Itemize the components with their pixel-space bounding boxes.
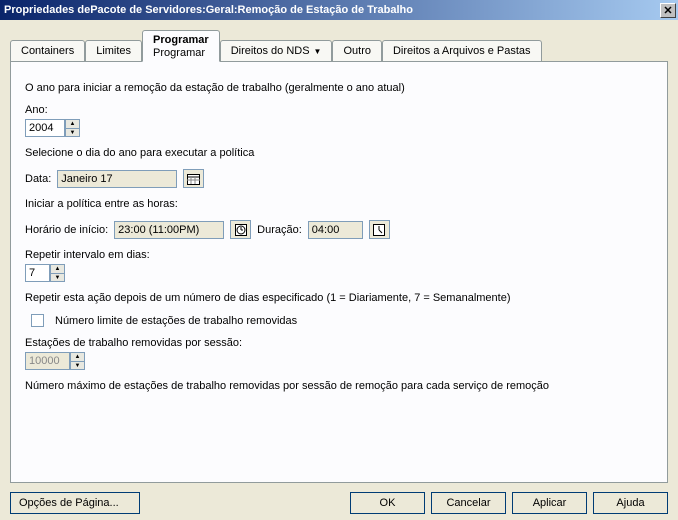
chevron-down-icon: ▼ bbox=[314, 47, 322, 56]
horario-picker-button[interactable] bbox=[230, 220, 251, 239]
repetir-label: Repetir intervalo em dias: bbox=[25, 249, 653, 261]
tab-containers[interactable]: Containers bbox=[10, 40, 85, 61]
calendar-button[interactable] bbox=[183, 169, 204, 188]
sessao-input[interactable] bbox=[25, 352, 70, 370]
tab-direitos-arquivos[interactable]: Direitos a Arquivos e Pastas bbox=[382, 40, 542, 61]
spin-down-icon[interactable]: ▼ bbox=[50, 273, 65, 282]
spin-down-icon[interactable]: ▼ bbox=[70, 361, 85, 370]
iniciar-label: Iniciar a política entre as horas: bbox=[25, 198, 653, 210]
horario-field[interactable]: 23:00 (11:00PM) bbox=[114, 221, 224, 239]
dialog-footer: Opções de Página... OK Cancelar Aplicar … bbox=[10, 492, 668, 514]
ano-label: Ano: bbox=[25, 104, 653, 116]
tab-limites[interactable]: Limites bbox=[85, 40, 142, 61]
help-button[interactable]: Ajuda bbox=[593, 492, 668, 514]
spin-up-icon[interactable]: ▲ bbox=[65, 119, 80, 128]
close-icon bbox=[664, 6, 672, 14]
tab-direitos-nds[interactable]: Direitos do NDS▼ bbox=[220, 40, 333, 61]
ok-button[interactable]: OK bbox=[350, 492, 425, 514]
duracao-picker-button[interactable] bbox=[369, 220, 390, 239]
title-bar: Propriedades dePacote de Servidores:Gera… bbox=[0, 0, 678, 20]
repetir-spinner[interactable]: ▲ ▼ bbox=[50, 264, 65, 282]
limite-checkbox[interactable] bbox=[31, 314, 44, 327]
intro-text: O ano para iniciar a remoção da estação … bbox=[25, 82, 653, 94]
duracao-label: Duração: bbox=[257, 224, 302, 236]
repetir-desc: Repetir esta ação depois de um número de… bbox=[25, 292, 653, 304]
tab-outro[interactable]: Outro bbox=[332, 40, 382, 61]
limite-check-label: Número limite de estações de trabalho re… bbox=[55, 315, 297, 327]
close-button[interactable] bbox=[660, 3, 676, 18]
tab-strip: Containers Limites Programar Programar D… bbox=[10, 30, 668, 61]
data-label: Data: bbox=[25, 173, 51, 185]
page-options-button[interactable]: Opções de Página... bbox=[10, 492, 140, 514]
dia-intro: Selecione o dia do ano para executar a p… bbox=[25, 147, 653, 159]
cancel-button[interactable]: Cancelar bbox=[431, 492, 506, 514]
apply-button[interactable]: Aplicar bbox=[512, 492, 587, 514]
ano-input[interactable] bbox=[25, 119, 65, 137]
data-field[interactable]: Janeiro 17 bbox=[57, 170, 177, 188]
duracao-field[interactable]: 04:00 bbox=[308, 221, 363, 239]
spin-up-icon[interactable]: ▲ bbox=[50, 264, 65, 273]
spin-down-icon[interactable]: ▼ bbox=[65, 128, 80, 137]
clock-icon bbox=[235, 224, 247, 236]
ano-spinner[interactable]: ▲ ▼ bbox=[65, 119, 80, 137]
tab-programar[interactable]: Programar Programar bbox=[142, 30, 220, 62]
repetir-input[interactable] bbox=[25, 264, 50, 282]
window-title: Propriedades dePacote de Servidores:Gera… bbox=[4, 4, 660, 16]
horario-label: Horário de início: bbox=[25, 224, 108, 236]
clock-icon bbox=[373, 224, 385, 236]
spin-up-icon[interactable]: ▲ bbox=[70, 352, 85, 361]
sessao-spinner[interactable]: ▲ ▼ bbox=[70, 352, 85, 370]
sessao-label: Estações de trabalho removidas por sessã… bbox=[25, 337, 653, 349]
tab-panel: O ano para iniciar a remoção da estação … bbox=[10, 61, 668, 483]
max-desc: Número máximo de estações de trabalho re… bbox=[25, 380, 653, 392]
calendar-icon bbox=[187, 173, 200, 185]
